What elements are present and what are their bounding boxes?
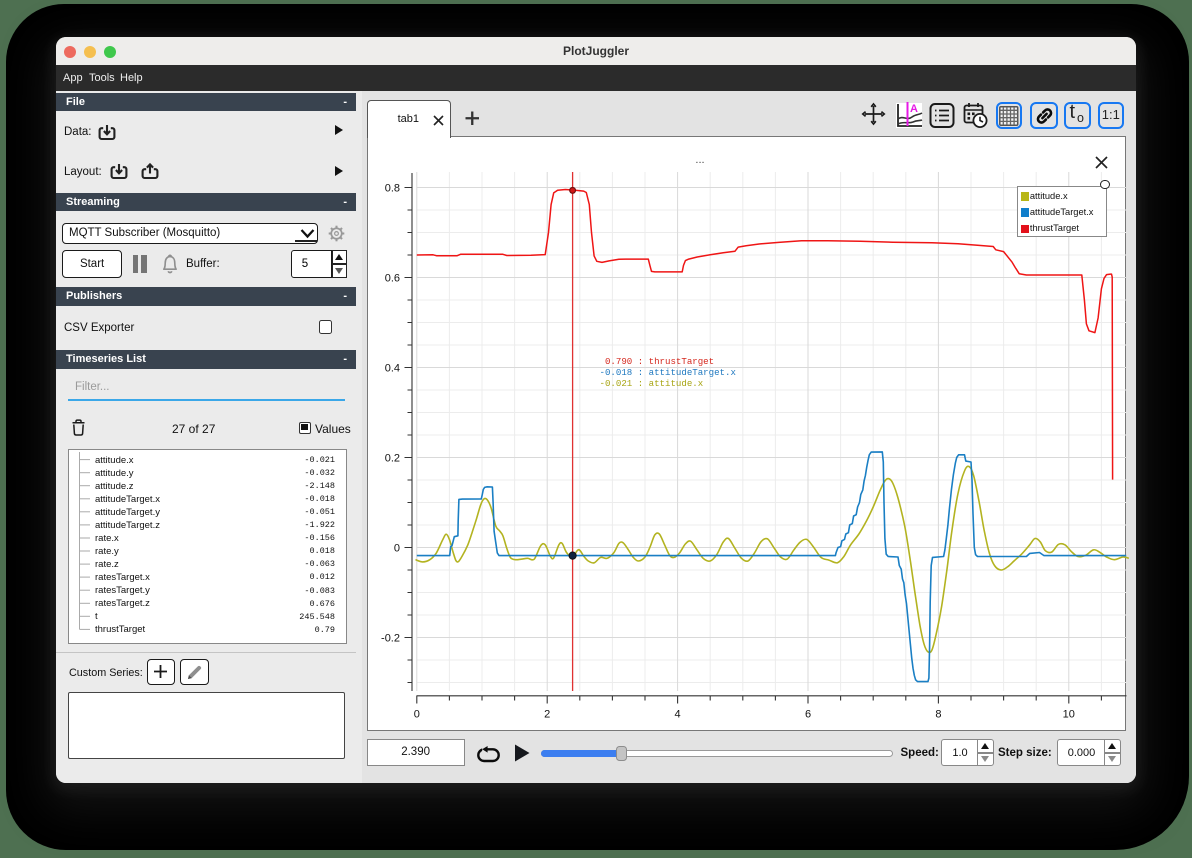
svg-text:0.4: 0.4	[385, 362, 400, 374]
svg-text:-0.2: -0.2	[381, 632, 400, 644]
svg-text:0.8: 0.8	[385, 182, 400, 194]
svg-text:8: 8	[935, 708, 941, 720]
svg-text:2: 2	[544, 708, 550, 720]
svg-text:10: 10	[1063, 708, 1075, 720]
svg-text:4: 4	[675, 708, 681, 720]
svg-text:0.2: 0.2	[385, 452, 400, 464]
svg-text:6: 6	[805, 708, 811, 720]
svg-text:0.6: 0.6	[385, 272, 400, 284]
svg-text:0: 0	[414, 708, 420, 720]
svg-text:0: 0	[394, 542, 400, 554]
svg-text:A: A	[910, 103, 918, 115]
